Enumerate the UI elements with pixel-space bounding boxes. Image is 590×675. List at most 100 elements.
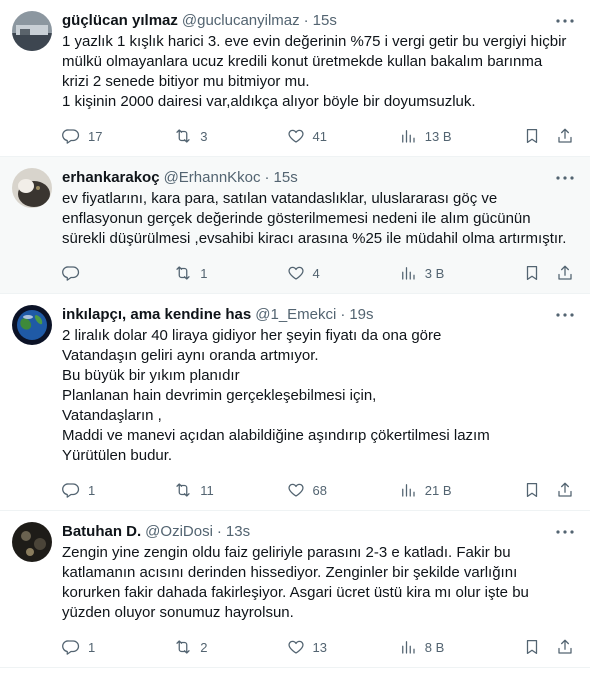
share-icon bbox=[558, 482, 572, 497]
views-button[interactable]: 3 B bbox=[399, 264, 523, 282]
more-options-button[interactable] bbox=[554, 12, 576, 30]
avatar[interactable] bbox=[12, 522, 52, 562]
more-options-button[interactable] bbox=[554, 523, 576, 541]
reply-icon bbox=[62, 483, 80, 498]
more-options-button[interactable] bbox=[554, 306, 576, 324]
like-icon bbox=[287, 266, 304, 280]
timestamp[interactable]: 19s bbox=[349, 306, 373, 323]
repost-button[interactable]: 11 bbox=[174, 481, 286, 499]
timestamp[interactable]: 13s bbox=[226, 523, 250, 540]
repost-button[interactable]: 3 bbox=[174, 127, 286, 145]
tweet-text: Zengin yine zengin oldu faiz geliriyle p… bbox=[62, 544, 529, 621]
repost-icon bbox=[176, 483, 190, 497]
tweet-body: erhankarakoç @ErhannKkoc · 15s ev fiyatl… bbox=[62, 167, 576, 293]
more-icon bbox=[556, 176, 574, 180]
bookmark-button[interactable] bbox=[523, 481, 556, 499]
more-options-button[interactable] bbox=[554, 169, 576, 187]
tweet-body: güçlücan yılmaz @guclucanyilmaz · 15s 1 … bbox=[62, 10, 576, 156]
timestamp[interactable]: 15s bbox=[274, 169, 298, 186]
tweet[interactable]: inkılapçı, ama kendine has @1_Emekci · 1… bbox=[0, 294, 590, 511]
reply-count: 1 bbox=[88, 482, 96, 498]
like-count: 41 bbox=[312, 128, 327, 144]
view-count: 3 B bbox=[424, 265, 445, 281]
avatar[interactable] bbox=[12, 11, 52, 51]
tweet[interactable]: Batuhan D. @OziDosi · 13s Zengin yine ze… bbox=[0, 511, 590, 668]
views-button[interactable]: 8 B bbox=[399, 638, 523, 656]
repost-count: 3 bbox=[200, 128, 208, 144]
more-icon bbox=[556, 19, 574, 23]
views-icon bbox=[401, 641, 415, 654]
tweet[interactable]: erhankarakoç @ErhannKkoc · 15s ev fiyatl… bbox=[0, 157, 590, 294]
separator-dot: · bbox=[216, 522, 222, 540]
tweet-body: inkılapçı, ama kendine has @1_Emekci · 1… bbox=[62, 304, 576, 510]
tweet-text: 2 liralık dolar 40 liraya gidiyor her şe… bbox=[62, 327, 490, 464]
like-count: 4 bbox=[312, 265, 320, 281]
tweet-text: ev fiyatlarını, kara para, satılan vatan… bbox=[62, 190, 567, 247]
repost-button[interactable]: 2 bbox=[174, 638, 286, 656]
views-button[interactable]: 13 B bbox=[399, 127, 523, 145]
repost-icon bbox=[176, 266, 190, 280]
like-count: 13 bbox=[312, 639, 327, 655]
action-bar: 1 4 3 B bbox=[62, 253, 576, 293]
tweet-body: Batuhan D. @OziDosi · 13s Zengin yine ze… bbox=[62, 521, 576, 667]
bookmark-button[interactable] bbox=[523, 638, 556, 656]
view-count: 13 B bbox=[424, 128, 452, 144]
reply-count: 1 bbox=[88, 639, 96, 655]
separator-dot: · bbox=[303, 11, 309, 29]
user-handle[interactable]: @guclucanyilmaz bbox=[182, 12, 300, 29]
tweet[interactable]: güçlücan yılmaz @guclucanyilmaz · 15s 1 … bbox=[0, 0, 590, 157]
repost-button[interactable]: 1 bbox=[174, 264, 286, 282]
repost-count: 1 bbox=[200, 265, 208, 281]
user-handle[interactable]: @OziDosi bbox=[145, 523, 213, 540]
reply-button[interactable]: 1 bbox=[62, 481, 174, 499]
bookmark-icon bbox=[526, 482, 537, 498]
display-name[interactable]: Batuhan D. bbox=[62, 523, 141, 540]
display-name[interactable]: erhankarakoç bbox=[62, 169, 160, 186]
separator-dot: · bbox=[264, 168, 270, 186]
views-icon bbox=[401, 484, 415, 497]
reply-button[interactable] bbox=[62, 264, 174, 282]
reply-icon bbox=[62, 640, 80, 655]
action-bar: 1 11 68 21 B bbox=[62, 470, 576, 510]
view-count: 21 B bbox=[424, 482, 452, 498]
share-icon bbox=[558, 265, 572, 280]
share-icon bbox=[558, 128, 572, 143]
share-button[interactable] bbox=[556, 481, 576, 499]
share-button[interactable] bbox=[556, 638, 576, 656]
share-button[interactable] bbox=[556, 264, 576, 282]
user-handle[interactable]: @ErhannKkoc bbox=[164, 169, 261, 186]
avatar[interactable] bbox=[12, 168, 52, 208]
avatar[interactable] bbox=[12, 305, 52, 345]
timestamp[interactable]: 15s bbox=[313, 12, 337, 29]
tweet-text: 1 yazlık 1 kışlık harici 3. eve evin değ… bbox=[62, 33, 567, 110]
reply-button[interactable]: 1 bbox=[62, 638, 174, 656]
tweet-header: erhankarakoç @ErhannKkoc · 15s bbox=[62, 167, 576, 187]
repost-icon bbox=[176, 129, 190, 143]
like-button[interactable]: 13 bbox=[287, 638, 399, 656]
display-name[interactable]: güçlücan yılmaz bbox=[62, 12, 178, 29]
like-button[interactable]: 41 bbox=[287, 127, 399, 145]
like-icon bbox=[287, 640, 304, 654]
views-button[interactable]: 21 B bbox=[399, 481, 523, 499]
tweet-header: inkılapçı, ama kendine has @1_Emekci · 1… bbox=[62, 304, 576, 324]
bookmark-button[interactable] bbox=[523, 127, 556, 145]
like-button[interactable]: 68 bbox=[287, 481, 399, 499]
like-icon bbox=[287, 129, 304, 143]
tweet-header: güçlücan yılmaz @guclucanyilmaz · 15s bbox=[62, 10, 576, 30]
action-bar: 1 2 13 8 B bbox=[62, 627, 576, 667]
like-count: 68 bbox=[312, 482, 327, 498]
share-icon bbox=[558, 639, 572, 654]
views-icon bbox=[401, 267, 415, 280]
reply-button[interactable]: 17 bbox=[62, 127, 174, 145]
display-name[interactable]: inkılapçı, ama kendine has bbox=[62, 306, 251, 323]
like-icon bbox=[287, 483, 304, 497]
user-handle[interactable]: @1_Emekci bbox=[255, 306, 336, 323]
repost-count: 11 bbox=[200, 482, 214, 498]
like-button[interactable]: 4 bbox=[287, 264, 399, 282]
reply-count: 17 bbox=[88, 128, 103, 144]
bookmark-button[interactable] bbox=[523, 264, 556, 282]
share-button[interactable] bbox=[556, 127, 576, 145]
repost-icon bbox=[176, 640, 190, 654]
separator-dot: · bbox=[340, 305, 346, 323]
view-count: 8 B bbox=[424, 639, 445, 655]
